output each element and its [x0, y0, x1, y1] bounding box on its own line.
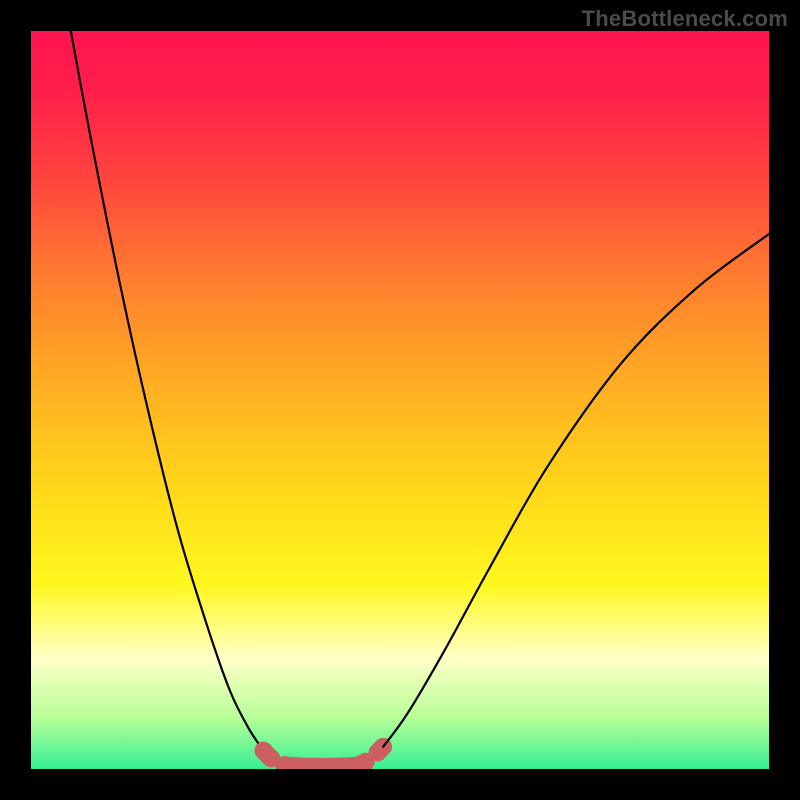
curve-right-dashes: [356, 747, 383, 766]
curve-left-descent: [71, 31, 264, 751]
curve-right-ascent: [383, 234, 769, 747]
curve-valley-flat: [289, 766, 355, 767]
watermark: TheBottleneck.com: [582, 6, 788, 32]
chart-svg: [31, 31, 769, 769]
